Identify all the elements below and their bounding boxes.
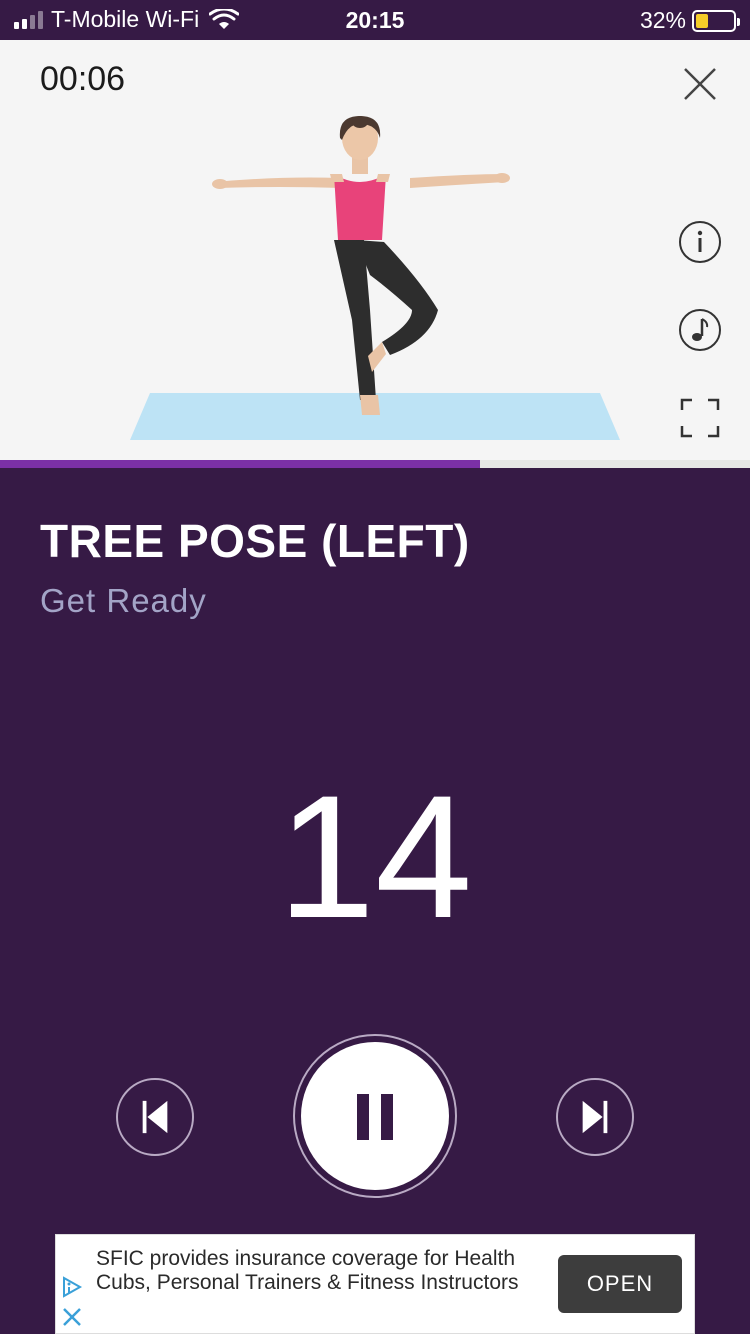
status-right: 32% — [639, 7, 740, 34]
progress-fill — [0, 460, 480, 468]
workout-progress-bar — [0, 460, 750, 468]
fullscreen-icon[interactable] — [678, 396, 722, 440]
ad-close-icon[interactable] — [62, 1307, 82, 1327]
status-bar: T-Mobile Wi-Fi 20:15 32% — [0, 0, 750, 40]
ad-banner[interactable]: SFIC provides insurance coverage for Hea… — [55, 1234, 695, 1334]
pause-button[interactable] — [301, 1042, 449, 1190]
next-button[interactable] — [556, 1078, 634, 1156]
ad-open-button[interactable]: OPEN — [558, 1255, 682, 1313]
next-icon — [582, 1100, 608, 1134]
music-icon[interactable] — [678, 308, 722, 352]
battery-percent: 32% — [639, 7, 686, 33]
tree-pose-illustration — [130, 116, 620, 440]
info-icon[interactable] — [678, 220, 722, 264]
battery-icon — [692, 9, 740, 32]
elapsed-timer: 00:06 — [40, 60, 126, 98]
previous-button[interactable] — [116, 1078, 194, 1156]
close-icon[interactable] — [680, 64, 720, 104]
pause-icon — [357, 1094, 393, 1140]
battery-level — [696, 13, 708, 28]
exercise-status: Get Ready — [40, 582, 207, 619]
ad-text: SFIC provides insurance coverage for Hea… — [96, 1247, 519, 1294]
clock: 20:15 — [345, 7, 405, 33]
exercise-title: TREE POSE (LEFT) — [40, 515, 470, 567]
adchoices-icon[interactable] — [60, 1275, 84, 1299]
previous-icon — [142, 1100, 168, 1134]
countdown-number: 14 — [277, 760, 473, 955]
exercise-video-panel: 00:06 — [0, 40, 750, 460]
